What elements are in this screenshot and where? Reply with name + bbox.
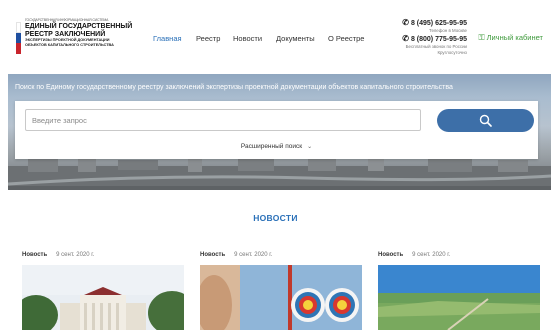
- advanced-search-label: Расширенный поиск: [240, 143, 303, 150]
- news-section-title: НОВОСТИ: [253, 213, 298, 223]
- site-header: ГОСУДАРСТВЕННАЯ ИНФОРМАЦИОННАЯ СИСТЕМА Е…: [0, 0, 551, 74]
- advanced-search-toggle[interactable]: Расширенный поиск ⌄: [15, 143, 538, 150]
- contacts-block: ✆ 8 (495) 625-95-95 Телефон в Москве ✆ 8 (…: [377, 18, 467, 56]
- chevron-down-icon: ⌄: [307, 144, 313, 150]
- logo-title-line1: ЕДИНЫЙ ГОСУДАРСТВЕННЫЙ: [25, 23, 133, 30]
- nav-item-documents[interactable]: Документы: [276, 34, 315, 43]
- nav-item-registry[interactable]: Реестр: [196, 34, 220, 43]
- news-date: 9 сент. 2020 г.: [234, 252, 273, 258]
- phone-icon: ✆: [402, 34, 409, 43]
- phone-icon: ✆: [402, 18, 409, 27]
- search-input[interactable]: [25, 109, 421, 131]
- news-meta: Новость 9 сент. 2020 г.: [22, 252, 94, 258]
- news-meta: Новость 9 сент. 2020 г.: [200, 252, 272, 258]
- nav-item-home[interactable]: Главная: [153, 34, 182, 43]
- user-key-icon: ⚿: [478, 33, 485, 42]
- hero-title: Поиск по Единому государственному реестр…: [15, 84, 453, 91]
- news-image-building[interactable]: [22, 265, 184, 330]
- search-button[interactable]: [437, 109, 534, 132]
- logo-subtitle-line2: ОБЪЕКТОВ КАПИТАЛЬНОГО СТРОИТЕЛЬСТВА: [25, 43, 114, 47]
- news-category: Новость: [378, 252, 404, 258]
- logo-title-line2: РЕЕСТР ЗАКЛЮЧЕНИЙ: [25, 30, 106, 38]
- nav-item-news[interactable]: Новости: [233, 34, 262, 43]
- phone-russia-number: 8 (800) 775-95-95: [410, 36, 467, 43]
- news-meta: Новость 9 сент. 2020 г.: [378, 252, 450, 258]
- news-category: Новость: [22, 252, 48, 258]
- search-icon: [479, 114, 492, 127]
- russian-flag-icon: [16, 22, 21, 54]
- phone-russia[interactable]: ✆ 8 (800) 775-95-95: [377, 34, 467, 44]
- news-category: Новость: [200, 252, 226, 258]
- search-panel: Расширенный поиск ⌄: [15, 101, 538, 159]
- news-image-archery[interactable]: [200, 265, 362, 330]
- news-date: 9 сент. 2020 г.: [412, 252, 451, 258]
- phone-hours-note: Круглосуточно: [437, 50, 467, 55]
- news-date: 9 сент. 2020 г.: [56, 252, 95, 258]
- phone-moscow[interactable]: ✆ 8 (495) 625-95-95: [377, 18, 467, 28]
- personal-cabinet-label: Личный кабинет: [486, 33, 543, 42]
- phone-moscow-number: 8 (495) 625-95-95: [410, 20, 467, 27]
- personal-cabinet-link[interactable]: ⚿ Личный кабинет: [478, 33, 543, 43]
- news-image-landscape[interactable]: [378, 265, 540, 330]
- nav-item-about[interactable]: О Реестре: [328, 34, 364, 43]
- site-logo[interactable]: ГОСУДАРСТВЕННАЯ ИНФОРМАЦИОННАЯ СИСТЕМА Е…: [16, 18, 136, 62]
